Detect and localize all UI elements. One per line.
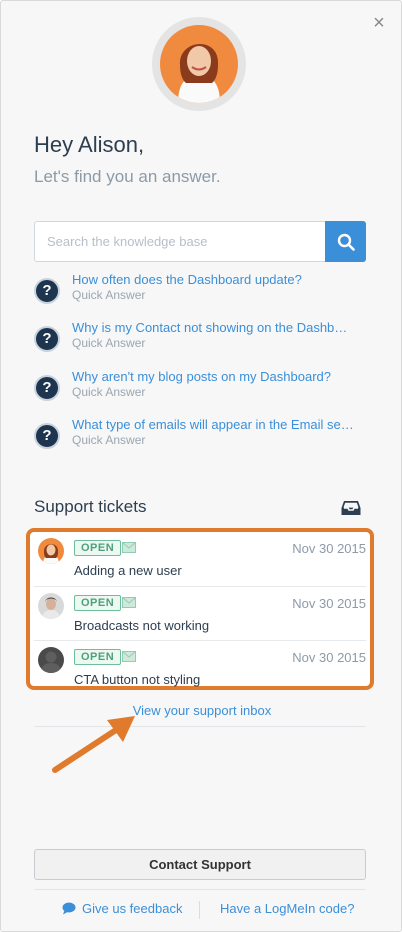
user-avatar-image	[160, 25, 238, 103]
close-icon[interactable]: ×	[371, 13, 387, 33]
contact-support-button[interactable]: Contact Support	[34, 849, 366, 880]
footer: Give us feedback Have a LogMeIn code?	[1, 901, 402, 919]
ticket-subject: Broadcasts not working	[74, 618, 210, 633]
feedback-label: Give us feedback	[82, 901, 183, 916]
faq-item[interactable]: ? Why aren't my blog posts on my Dashboa…	[34, 369, 369, 409]
search-bar	[34, 221, 366, 262]
ticket-row[interactable]: OPEN Nov 30 2015 Broadcasts not working	[34, 586, 366, 640]
faq-subtitle: Quick Answer	[72, 433, 146, 447]
feedback-link[interactable]: Give us feedback	[62, 901, 182, 916]
ticket-subject: CTA button not styling	[74, 672, 201, 687]
envelope-icon	[122, 542, 136, 553]
logmein-code-link[interactable]: Have a LogMeIn code?	[220, 901, 354, 916]
greeting-subtitle: Let's find you an answer.	[34, 167, 221, 186]
search-button[interactable]	[325, 221, 366, 262]
search-input[interactable]	[35, 222, 325, 261]
ticket-date: Nov 30 2015	[292, 650, 366, 665]
faq-title[interactable]: Why is my Contact not showing on the Das…	[72, 320, 368, 336]
question-icon: ?	[34, 278, 60, 304]
support-tickets-heading: Support tickets	[34, 497, 147, 516]
ticket-subject: Adding a new user	[74, 563, 182, 578]
ticket-date: Nov 30 2015	[292, 541, 366, 556]
faq-subtitle: Quick Answer	[72, 336, 146, 350]
faq-item[interactable]: ? What type of emails will appear in the…	[34, 417, 369, 457]
status-badge: OPEN	[74, 595, 122, 611]
faq-item[interactable]: ? How often does the Dashboard update? Q…	[34, 272, 369, 312]
envelope-icon	[122, 597, 136, 608]
status-badge: OPEN	[74, 649, 122, 665]
divider	[34, 889, 366, 890]
faq-title[interactable]: Why aren't my blog posts on my Dashboard…	[72, 369, 368, 385]
ticket-avatar	[38, 538, 64, 564]
ticket-date: Nov 30 2015	[292, 596, 366, 611]
question-icon: ?	[34, 423, 60, 449]
speech-bubble-icon	[62, 902, 76, 915]
greeting-heading: Hey Alison,	[34, 132, 145, 157]
faq-subtitle: Quick Answer	[72, 288, 146, 302]
question-icon: ?	[34, 326, 60, 352]
avatar	[152, 17, 246, 111]
search-icon	[337, 233, 355, 251]
support-tickets-list: OPEN Nov 30 2015 Adding a new user OPEN	[26, 528, 374, 690]
ticket-row[interactable]: OPEN Nov 30 2015 CTA button not styling	[34, 640, 366, 694]
faq-title[interactable]: How often does the Dashboard update?	[72, 272, 368, 288]
faq-item[interactable]: ? Why is my Contact not showing on the D…	[34, 320, 369, 360]
arrow-annotation-icon	[52, 716, 135, 773]
footer-separator	[199, 901, 200, 919]
ticket-avatar	[38, 647, 64, 673]
ticket-avatar	[38, 593, 64, 619]
ticket-row[interactable]: OPEN Nov 30 2015 Adding a new user	[34, 532, 366, 586]
support-panel: × Hey Alison, Let's find you an answer. …	[0, 0, 402, 932]
status-badge: OPEN	[74, 540, 122, 556]
faq-title[interactable]: What type of emails will appear in the E…	[72, 417, 368, 433]
inbox-icon[interactable]	[341, 500, 361, 516]
faq-subtitle: Quick Answer	[72, 385, 146, 399]
question-icon: ?	[34, 375, 60, 401]
envelope-icon	[122, 651, 136, 662]
